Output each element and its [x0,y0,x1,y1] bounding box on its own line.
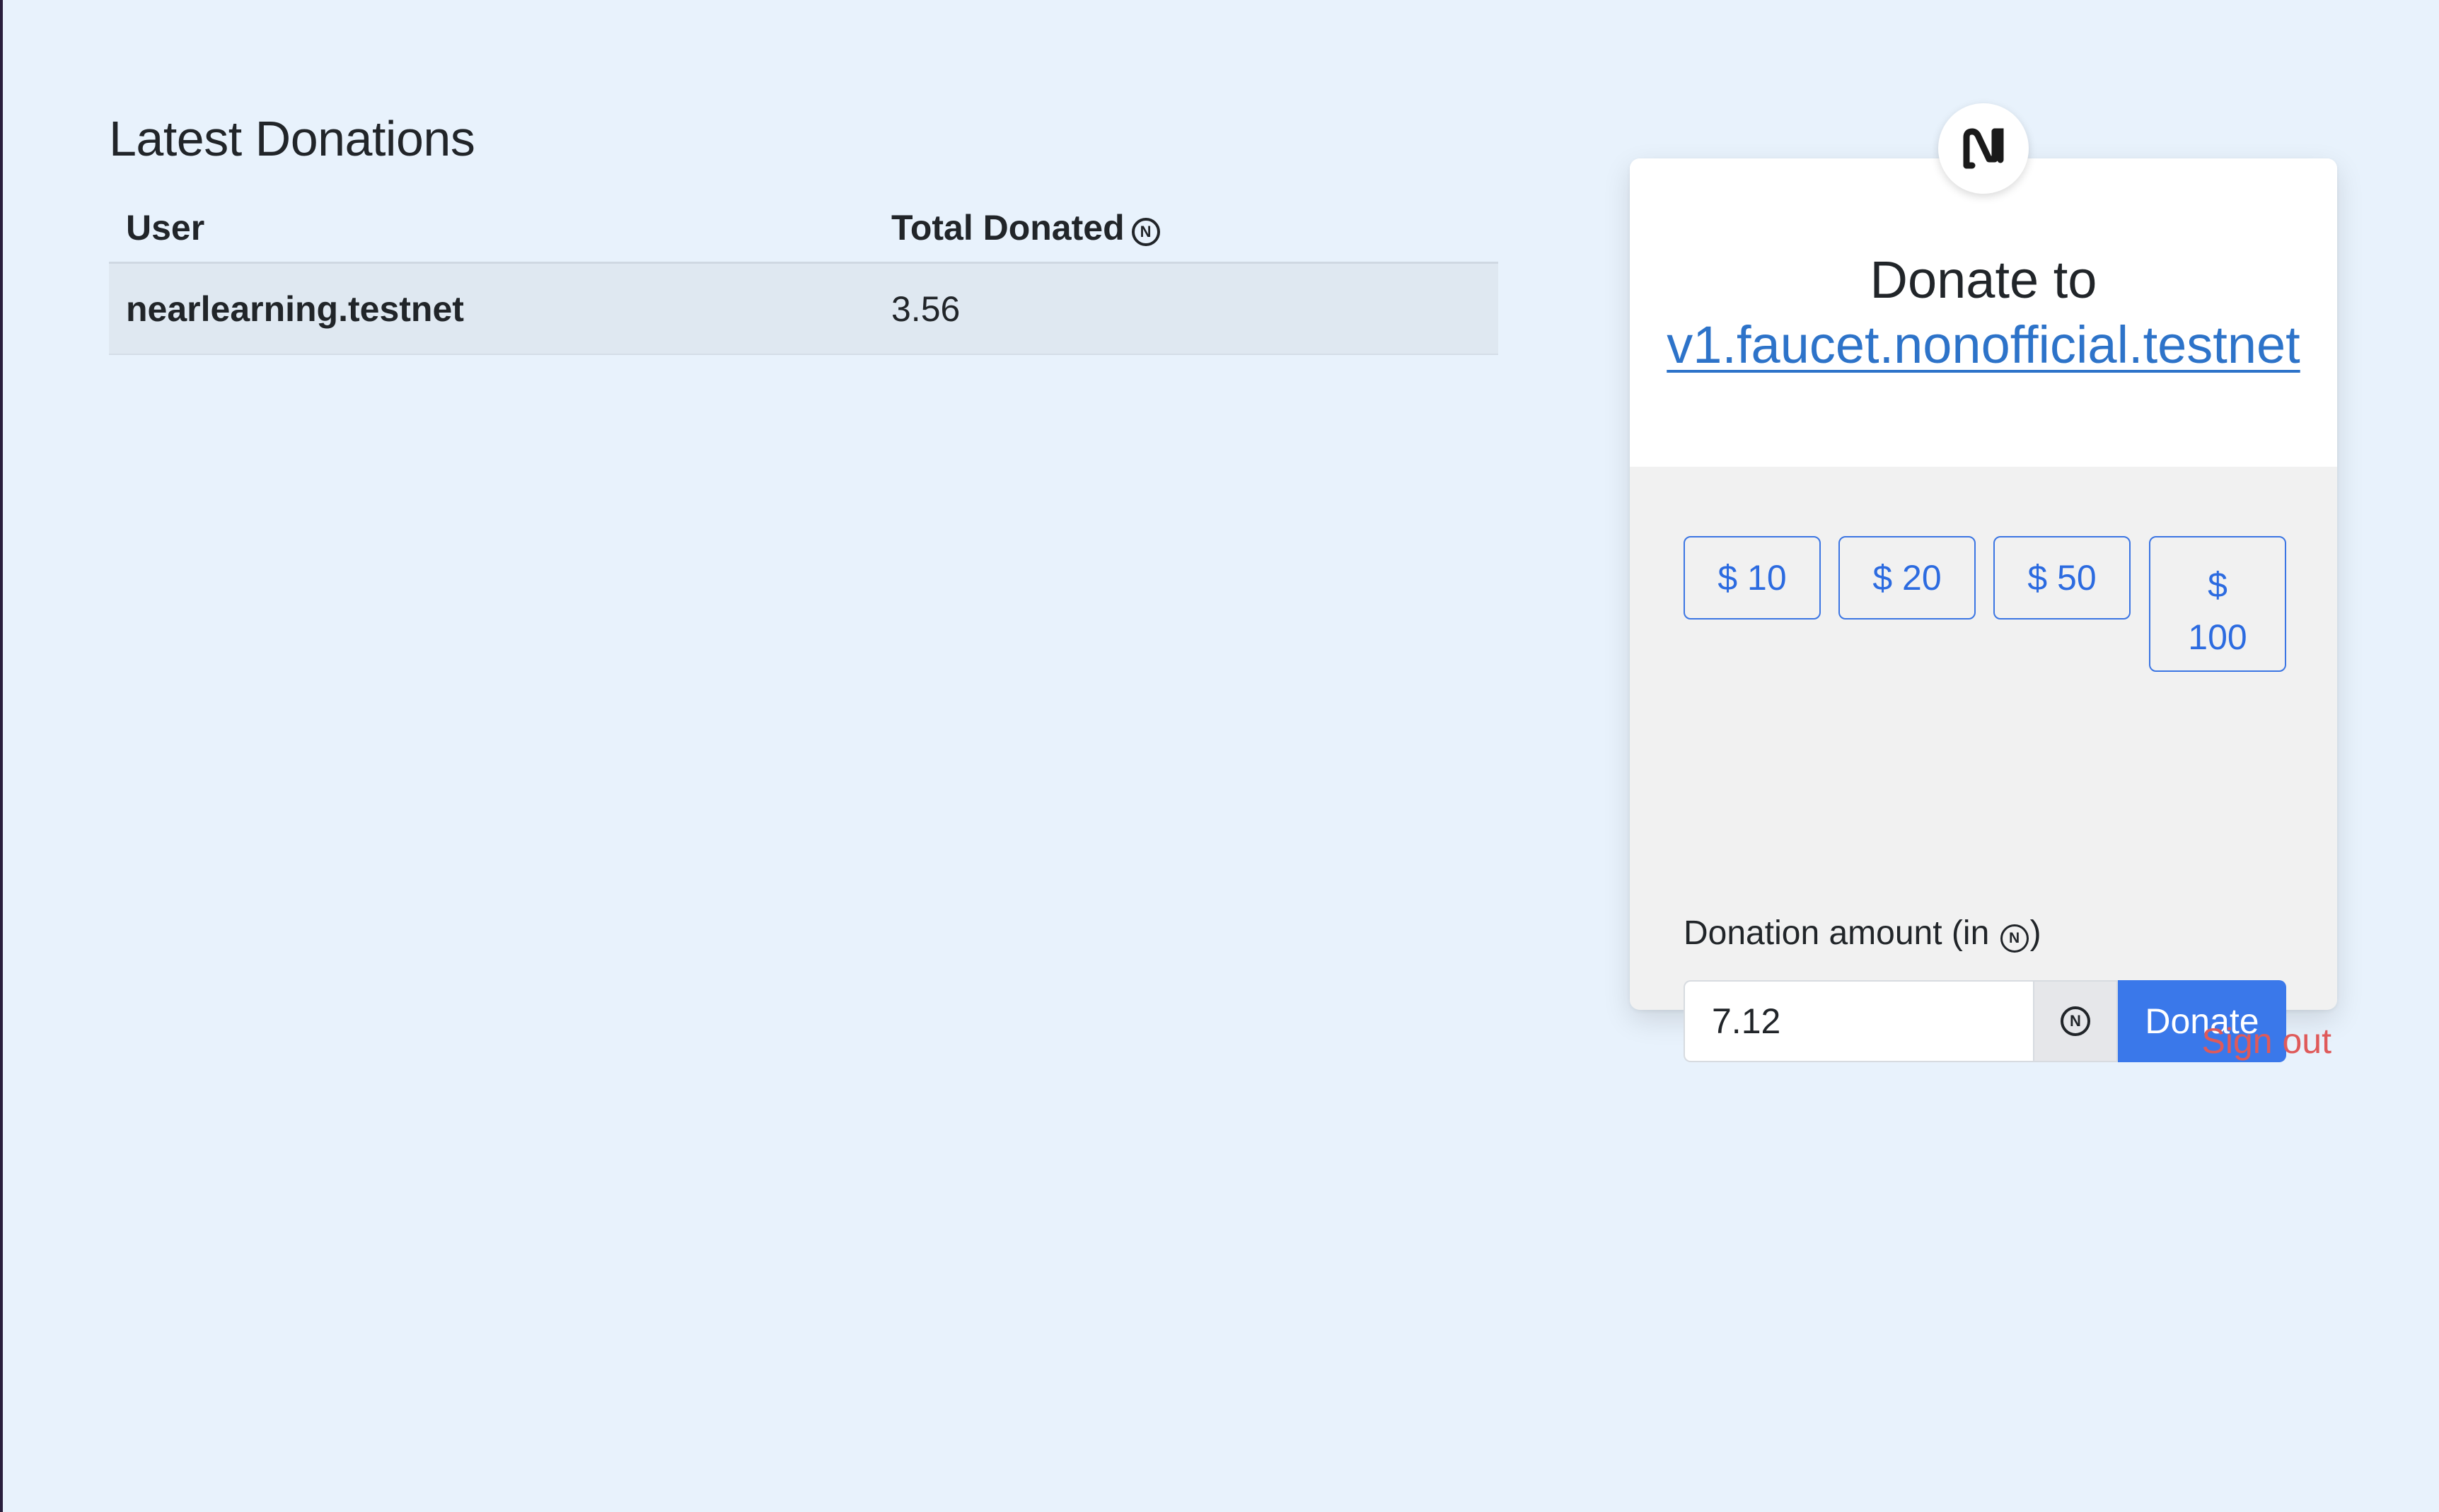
donations-title: Latest Donations [109,111,475,166]
near-logo-icon [1938,103,2029,194]
window-edge [0,0,3,1512]
preset-100-button[interactable]: $100 [2149,536,2286,672]
donation-amount-input[interactable] [1684,980,2033,1062]
table-row: nearlearning.testnet 3.56 [109,262,1498,355]
near-currency-icon: N [2061,1006,2090,1036]
latest-donations-section: Latest Donations User Total Donated N nea… [109,106,1498,355]
donate-card-header: Donate to v1.faucet.nonofficial.testnet [1630,158,2337,467]
donation-total-cell: 3.56 [874,262,1498,355]
column-header-total: Total Donated N [874,194,1498,264]
near-currency-icon: N [2000,924,2029,953]
donations-table: User Total Donated N nearlearning.testnet… [109,194,1498,355]
donation-input-group: N Donate [1684,980,2286,1062]
sign-out-button[interactable]: Sign out [2200,1018,2331,1064]
currency-addon: N [2033,980,2118,1062]
near-currency-icon: N [1131,218,1160,246]
preset-50-button[interactable]: $ 50 [1993,536,2131,620]
table-header-row: User Total Donated N [109,194,1498,264]
preset-10-button[interactable]: $ 10 [1684,536,1821,620]
beneficiary-link[interactable]: v1.faucet.nonofficial.testnet [1630,313,2337,378]
donation-amount-label: Donation amount (in N) [1684,914,2041,953]
donate-card: Donate to v1.faucet.nonofficial.testnet … [1630,103,2337,1062]
preset-20-button[interactable]: $ 20 [1838,536,1976,620]
column-header-user: User [109,194,874,264]
donor-name-cell: nearlearning.testnet [109,262,874,355]
donate-title: Donate to [1870,250,2097,309]
